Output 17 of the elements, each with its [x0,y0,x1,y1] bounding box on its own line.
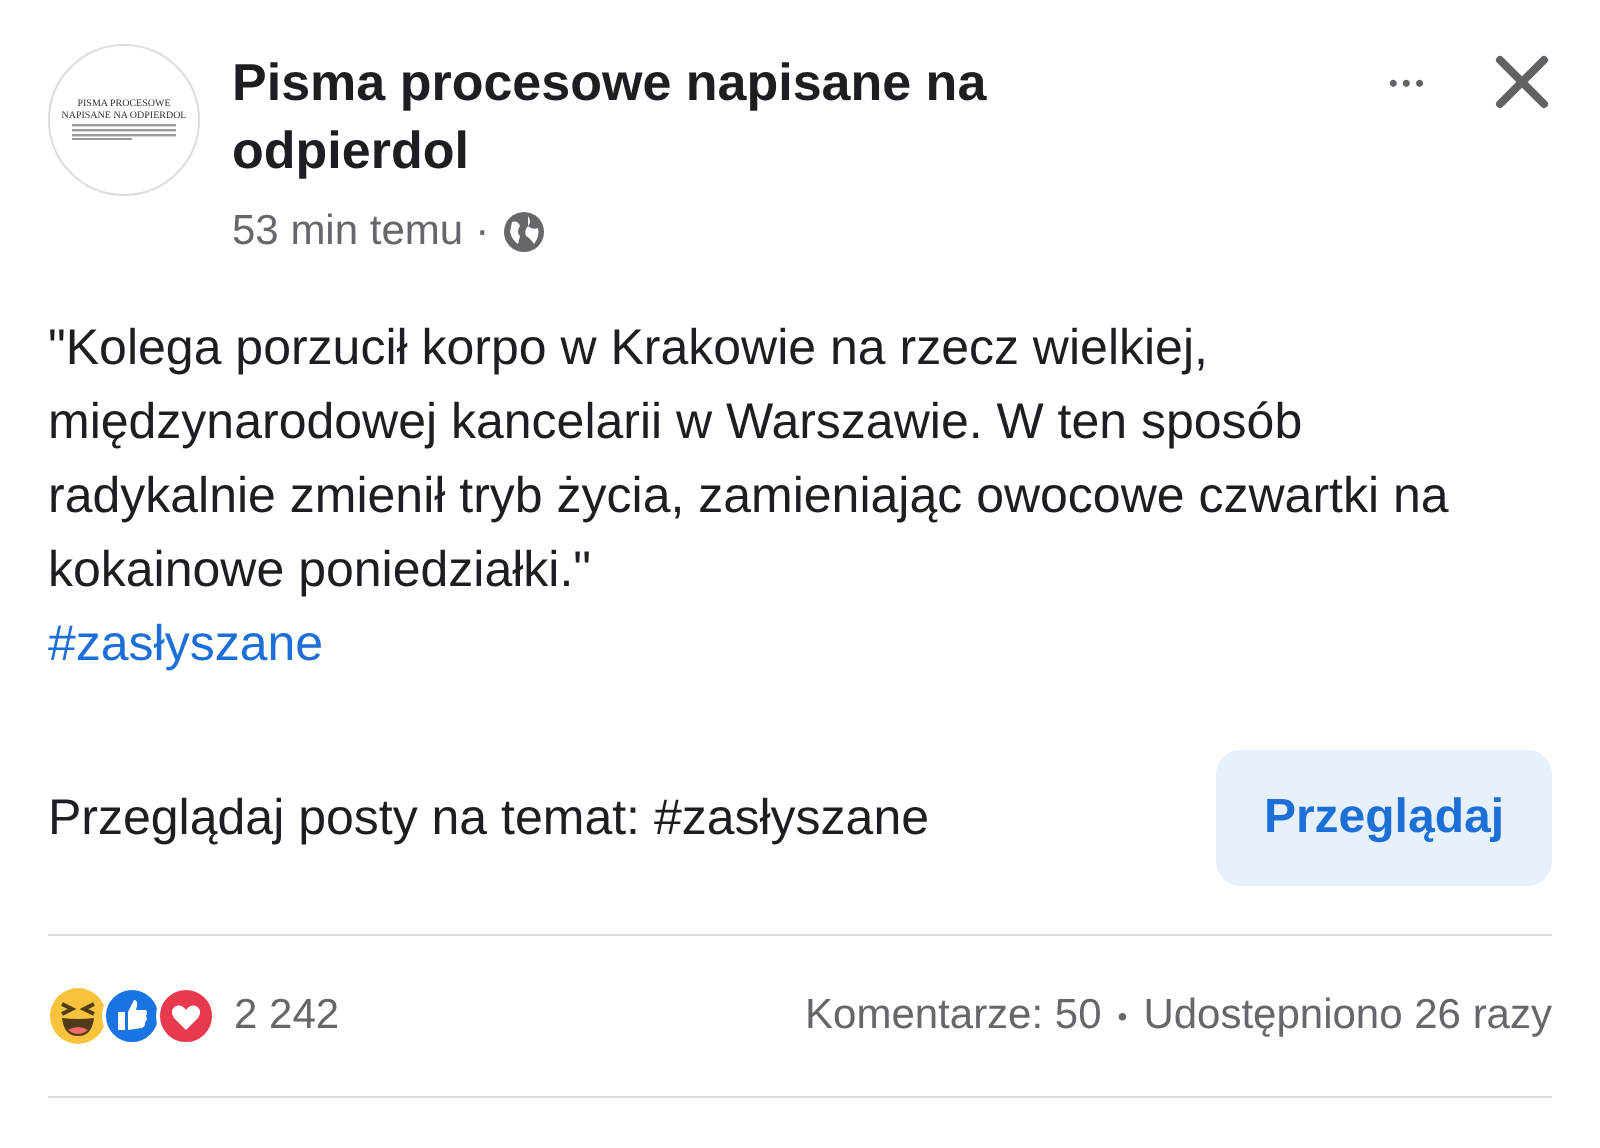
hashtag-link[interactable]: #zasłyszane [48,608,324,682]
thumbs-up-icon [102,986,162,1046]
comment-count[interactable]: Komentarze: 50 [805,992,1102,1040]
explore-text: Przeglądaj posty na temat: #zasłyszane [48,789,930,847]
explore-button[interactable]: Przeglądaj [1215,750,1552,886]
laughing-emoji-icon [48,986,108,1046]
page-name[interactable]: Pisma procesowe napisane na odpierdol [232,48,1112,184]
globe-icon [501,210,546,254]
separator: • [1117,1000,1128,1032]
more-options-icon[interactable]: ••• [1388,67,1428,97]
post-text: "Kolega porzucił korpo w Krakowie na rzecz wielkiej, międzynarodowej kancelarii w Warszawie. W ten sposób radykalnie zmienił tryb życia, zamieniając owocowe czwartki na kokainowe poniedziałki." [48,318,1451,602]
share-count[interactable]: Udostępniono 26 razy [1143,992,1552,1040]
close-icon[interactable] [1492,52,1552,112]
separator: · [475,208,490,256]
reaction-count[interactable]: 2 242 [234,992,340,1040]
fine-print-drawing [72,124,176,140]
post-time[interactable]: 53 min temu [232,208,464,256]
